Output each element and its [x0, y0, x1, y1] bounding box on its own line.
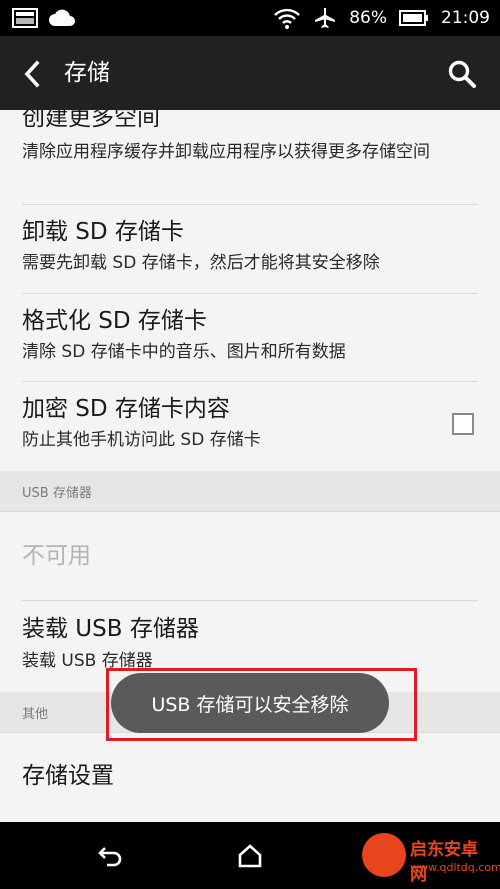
- watermark: 启东安卓网 www.qdltdq.com: [362, 827, 500, 885]
- usb-section-label: USB 存储器: [22, 486, 92, 501]
- watermark-url: www.qdltdq.com: [410, 861, 500, 874]
- usb-unavailable-item: 不可用: [0, 512, 500, 600]
- storage-settings-item[interactable]: 存储设置: [0, 733, 500, 822]
- create-space-title: 创建更多空间: [22, 110, 160, 131]
- back-button[interactable]: [12, 54, 52, 94]
- other-section-label: 其他: [22, 707, 49, 722]
- nav-back-button[interactable]: [89, 836, 133, 876]
- mount-usb-title: 装载 USB 存储器: [22, 616, 199, 642]
- wifi-icon: [273, 6, 301, 30]
- annotation-highlight-box: [106, 668, 417, 741]
- nav-home-button[interactable]: [228, 836, 272, 876]
- watermark-logo-icon: [362, 833, 406, 877]
- app-bar: 存储: [0, 36, 500, 110]
- create-space-subtitle: 清除应用程序缓存并卸载应用程序以获得更多存储空间: [22, 142, 430, 162]
- nav-back-icon: [97, 844, 125, 868]
- airplane-icon: [313, 6, 337, 30]
- encrypt-sd-checkbox[interactable]: [452, 413, 474, 435]
- status-left-icons: [12, 8, 76, 28]
- format-sd-title: 格式化 SD 存储卡: [22, 308, 207, 334]
- encrypt-sd-title: 加密 SD 存储卡内容: [22, 396, 230, 422]
- navigation-bar: 启东安卓网 www.qdltdq.com: [0, 822, 500, 889]
- format-sd-subtitle: 清除 SD 存储卡中的音乐、图片和所有数据: [22, 342, 346, 362]
- create-space-item[interactable]: 创建更多空间 清除应用程序缓存并卸载应用程序以获得更多存储空间: [0, 110, 500, 204]
- storage-settings-title: 存储设置: [22, 763, 114, 789]
- back-arrow-icon: [22, 60, 42, 88]
- format-sd-item[interactable]: 格式化 SD 存储卡 清除 SD 存储卡中的音乐、图片和所有数据: [0, 294, 500, 381]
- status-right: 86% 21:09: [273, 0, 490, 36]
- cloud-icon: [48, 8, 76, 28]
- usb-section-header: USB 存储器: [0, 471, 500, 511]
- watermark-name: 启东安卓网: [410, 840, 478, 885]
- usb-unavailable-text: 不可用: [22, 543, 91, 569]
- encrypt-sd-subtitle: 防止其他手机访问此 SD 存储卡: [22, 430, 261, 450]
- search-button[interactable]: [442, 54, 482, 94]
- encrypt-sd-item[interactable]: 加密 SD 存储卡内容 防止其他手机访问此 SD 存储卡: [0, 382, 500, 471]
- status-time: 21:09: [441, 8, 490, 28]
- battery-percent: 86%: [349, 8, 387, 28]
- search-icon: [447, 59, 477, 89]
- unmount-sd-item[interactable]: 卸载 SD 存储卡 需要先卸载 SD 存储卡，然后才能将其安全移除: [0, 205, 500, 293]
- nav-home-icon: [237, 843, 263, 869]
- status-bar: 86% 21:09: [0, 0, 500, 36]
- gallery-icon: [12, 8, 38, 28]
- battery-icon: [399, 9, 429, 27]
- unmount-sd-subtitle: 需要先卸载 SD 存储卡，然后才能将其安全移除: [22, 253, 380, 273]
- page-title: 存储: [64, 60, 110, 86]
- unmount-sd-title: 卸载 SD 存储卡: [22, 219, 184, 245]
